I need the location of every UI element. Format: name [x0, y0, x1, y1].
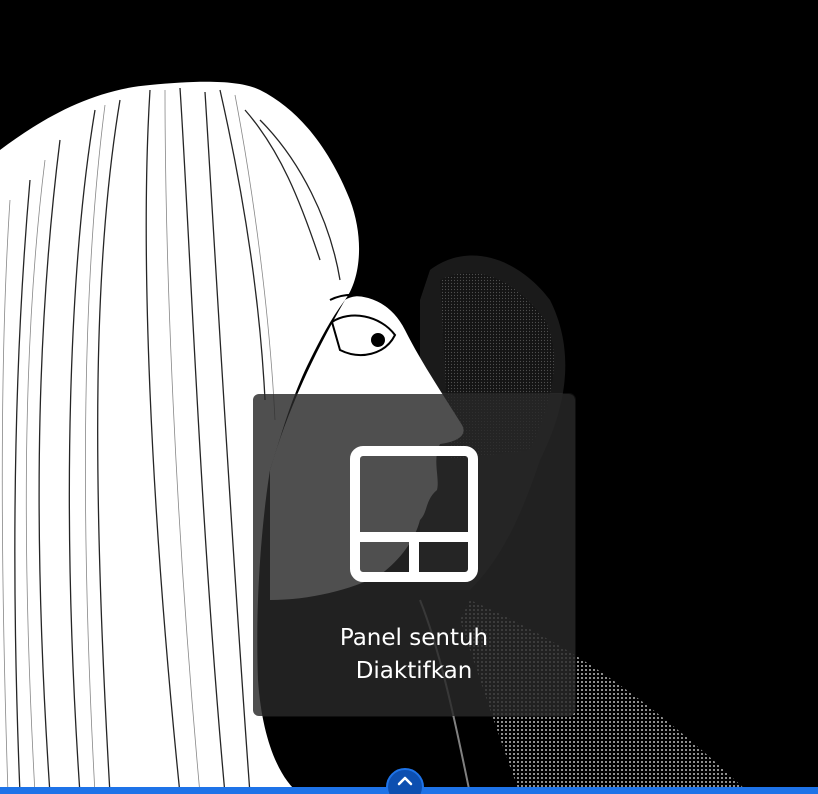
status-line-state: Diaktifkan [355, 658, 473, 684]
screen: Panel sentuh Diaktifkan [0, 0, 818, 794]
touchpad-status-overlay: Panel sentuh Diaktifkan [253, 394, 575, 716]
touchpad-icon [350, 446, 478, 582]
touchpad-status-text: Panel sentuh Diaktifkan [253, 622, 575, 688]
status-line-title: Panel sentuh [339, 625, 489, 651]
chevron-up-icon [397, 776, 413, 786]
